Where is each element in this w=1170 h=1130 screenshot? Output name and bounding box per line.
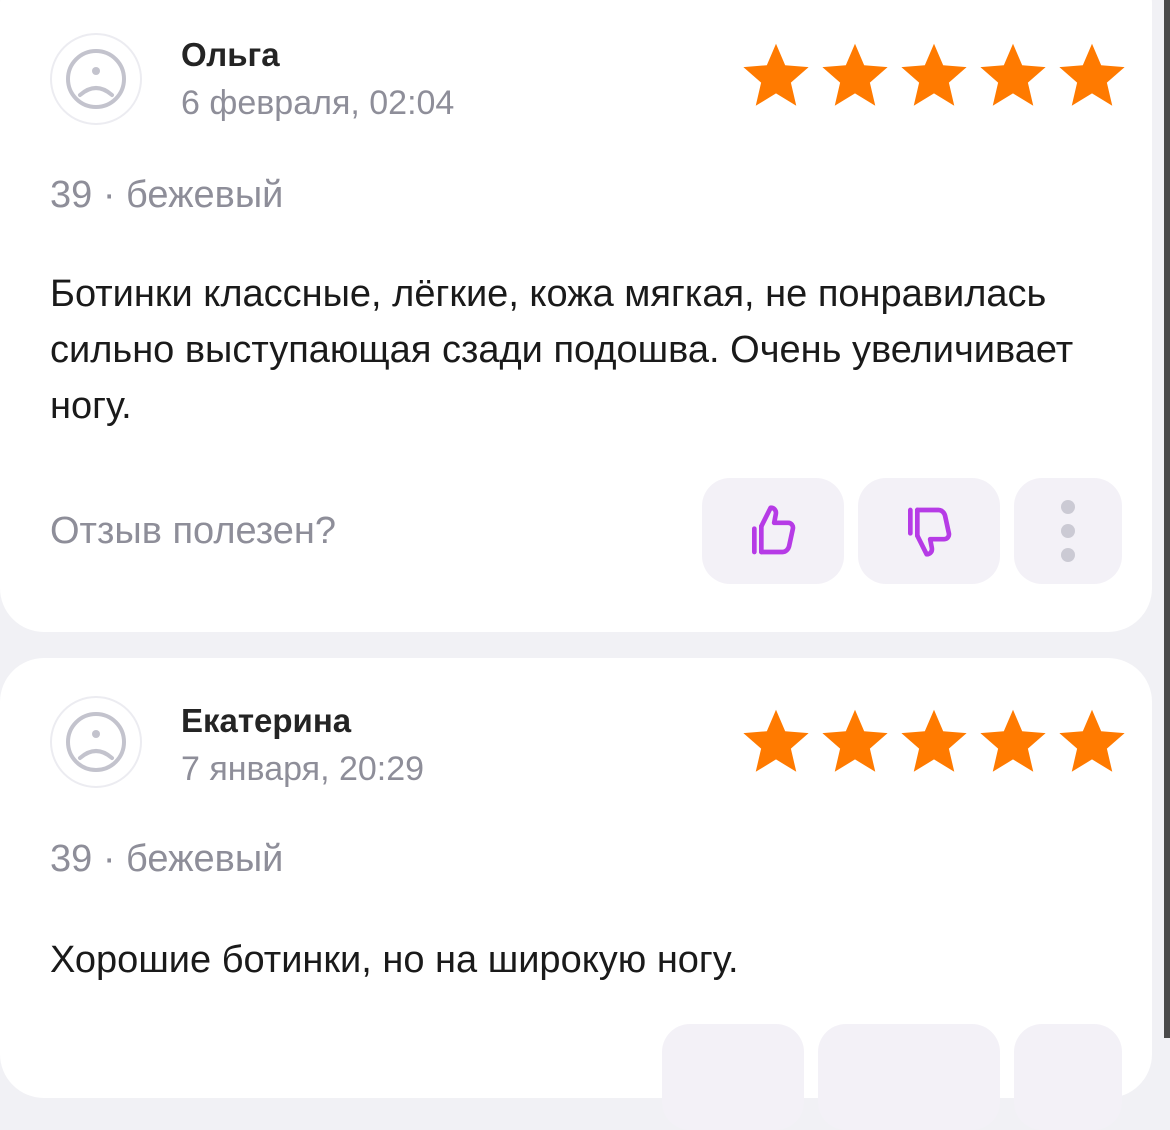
star-icon <box>1059 43 1125 106</box>
sad-face-icon <box>66 712 126 772</box>
more-vertical-icon <box>1061 500 1075 562</box>
star-icon <box>743 709 809 772</box>
star-icon <box>901 43 967 106</box>
review-card: Ольга 6 февраля, 02:04 39 · бежевый Боти… <box>0 0 1152 632</box>
sad-face-icon <box>66 49 126 109</box>
dislike-button[interactable] <box>818 1024 1000 1130</box>
review-author: Ольга <box>181 36 280 73</box>
avatar <box>50 33 142 125</box>
more-options-button[interactable] <box>1014 1024 1122 1130</box>
screen-edge <box>1164 0 1170 1038</box>
rating-stars <box>738 704 1130 780</box>
review-variant: 39 · бежевый <box>50 174 284 216</box>
star-icon <box>980 709 1046 772</box>
star-icon <box>822 709 888 772</box>
review-author: Екатерина <box>181 702 352 739</box>
review-text: Ботинки классные, лёгкие, кожа мягкая, н… <box>50 273 1074 427</box>
star-icon <box>901 709 967 772</box>
review-date: 6 февраля, 02:04 <box>181 84 455 122</box>
helpful-prompt: Отзыв полезен? <box>50 510 337 552</box>
star-icon <box>1059 709 1125 772</box>
review-variant: 39 · бежевый <box>50 838 284 880</box>
thumbs-up-icon <box>752 505 796 555</box>
review-text: Хорошие ботинки, но на широкую ногу. <box>50 939 739 981</box>
like-button[interactable] <box>702 478 844 584</box>
thumbs-down-icon <box>908 507 952 557</box>
review-date: 7 января, 20:29 <box>181 750 425 788</box>
star-icon <box>822 43 888 106</box>
star-icon <box>743 43 809 106</box>
review-card: Екатерина 7 января, 20:29 39 · бежевый Х… <box>0 658 1152 1130</box>
rating-stars <box>738 38 1130 114</box>
avatar <box>50 696 142 788</box>
dislike-button[interactable] <box>858 478 1000 584</box>
star-icon <box>980 43 1046 106</box>
like-button[interactable] <box>662 1024 804 1130</box>
more-options-button[interactable] <box>1014 478 1122 584</box>
